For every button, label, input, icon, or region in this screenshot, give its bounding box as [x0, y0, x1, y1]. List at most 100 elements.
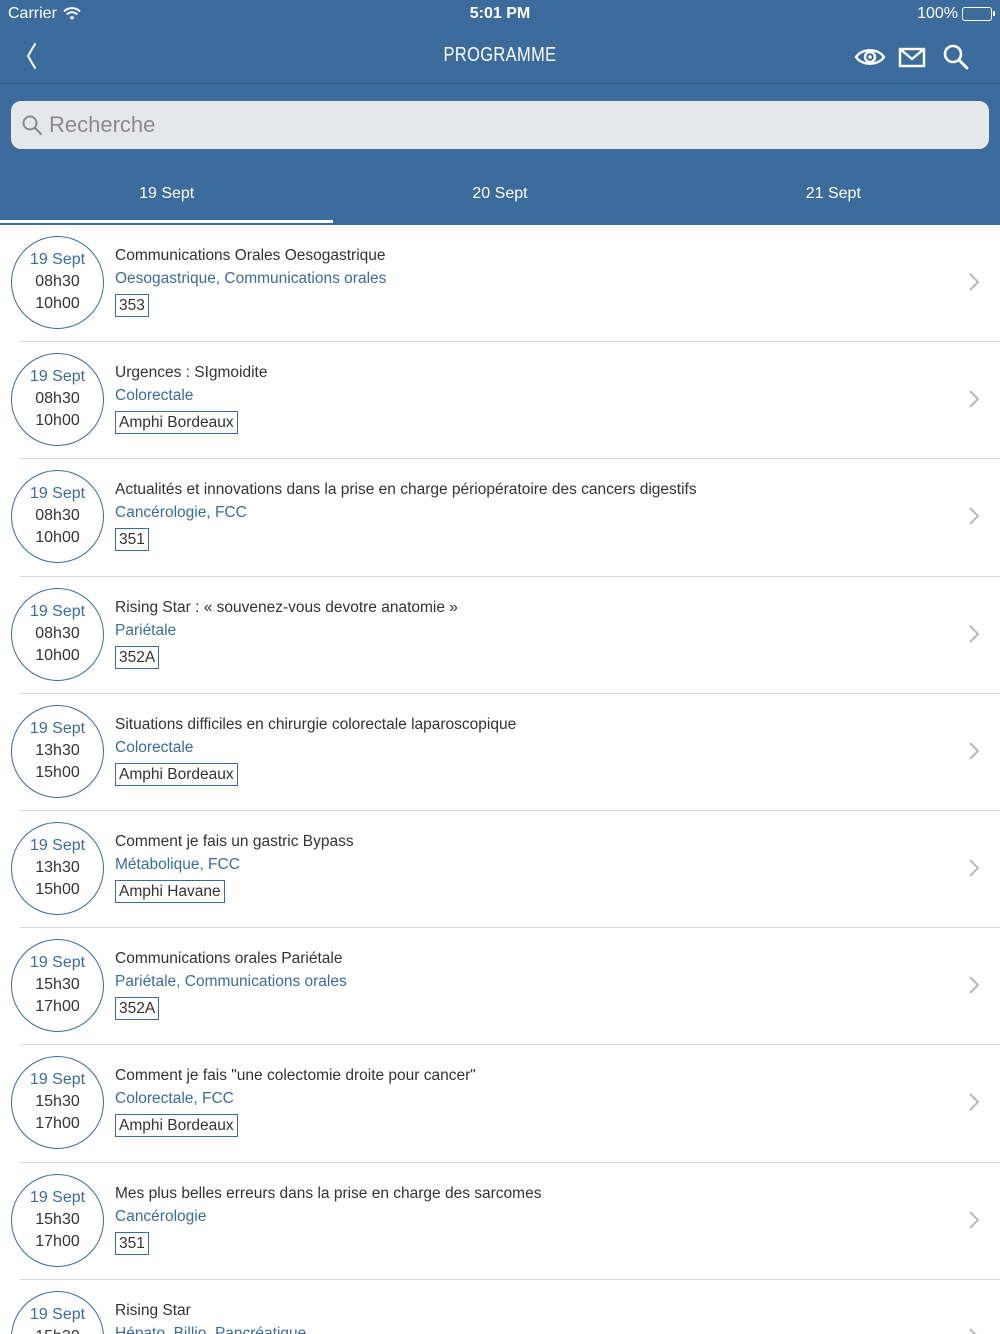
- session-row[interactable]: 19 Sept 08h30 10h00 Rising Star : « souv…: [0, 577, 1000, 694]
- session-row[interactable]: 19 Sept 15h30 17h00 Comment je fais "une…: [0, 1045, 1000, 1163]
- chevron-right-icon: [969, 976, 980, 994]
- chevron-right-icon: [969, 624, 980, 643]
- chevron-right-icon: [969, 859, 980, 877]
- chevron-right-icon: [969, 1210, 980, 1229]
- session-start-time: 13h30: [35, 741, 80, 759]
- mail-icon[interactable]: [898, 42, 928, 72]
- session-category: Cancérologie: [115, 1207, 207, 1225]
- search-field-icon: [22, 115, 43, 136]
- session-row[interactable]: 19 Sept 08h30 10h00 Communications Orale…: [0, 225, 1000, 343]
- session-row[interactable]: 19 Sept 13h30 15h00 Comment je fais un g…: [0, 811, 1000, 929]
- session-date: 19 Sept: [29, 954, 86, 972]
- session-end-time: 17h00: [35, 998, 80, 1016]
- session-room: Amphi Havane: [115, 879, 225, 903]
- session-room: Amphi Bordeaux: [115, 1114, 238, 1138]
- session-room: Amphi Bordeaux: [115, 411, 238, 435]
- session-date-badge: 19 Sept 08h30 10h00: [11, 587, 104, 681]
- session-end-time: 10h00: [35, 412, 80, 430]
- session-title: Comment je fais un gastric Bypass: [115, 832, 354, 850]
- chevron-right-icon: [969, 742, 980, 760]
- session-room: 351: [115, 528, 149, 552]
- session-start-time: 13h30: [35, 858, 80, 876]
- session-start-time: 15h30: [35, 1093, 80, 1111]
- session-row[interactable]: 19 Sept 15h30 17h00 Communications orale…: [0, 928, 1000, 1046]
- search-bar[interactable]: [11, 101, 989, 149]
- session-start-time: 15h30: [12, 1328, 103, 1334]
- session-date: 19 Sept: [29, 1305, 86, 1323]
- tab-21-sept[interactable]: 21 Sept: [667, 170, 1000, 225]
- session-title: Urgences : SIgmoidite: [115, 364, 268, 382]
- session-date-badge: 19 Sept 08h30 10h00: [11, 353, 104, 447]
- chevron-right-icon: [969, 507, 980, 526]
- session-date: 19 Sept: [29, 1071, 86, 1089]
- session-title: Communications Orales Oesogastrique: [115, 247, 386, 264]
- session-room: 352A: [115, 645, 160, 669]
- battery-indicator: 100%: [917, 5, 995, 23]
- session-row[interactable]: 19 Sept 08h30 10h00 Urgences : SIgmoidit…: [0, 342, 1000, 460]
- session-date-badge: 19 Sept 15h30 17h00: [11, 939, 104, 1033]
- session-category: Cancérologie, FCC: [115, 504, 247, 522]
- session-date: 19 Sept: [29, 485, 86, 503]
- session-end-time: 15h00: [35, 763, 80, 781]
- tab-19-sept[interactable]: 19 Sept: [0, 170, 334, 225]
- session-category: Colorectale, FCC: [115, 1090, 234, 1108]
- session-room: 353: [115, 294, 149, 317]
- eye-icon[interactable]: [854, 42, 886, 72]
- session-title: Communications orales Pariétale: [115, 950, 343, 968]
- session-category: Hépato, Billio, Pancréatique: [115, 1324, 307, 1334]
- session-date: 19 Sept: [29, 368, 86, 386]
- session-room: Amphi Bordeaux: [115, 762, 238, 786]
- session-date: 19 Sept: [29, 602, 86, 620]
- session-date-badge: 19 Sept 15h30 17h00: [11, 1290, 104, 1334]
- chevron-right-icon: [969, 390, 980, 408]
- session-category: Pariétale: [115, 621, 177, 639]
- navigation-bar: PROGRAMME: [0, 30, 1000, 84]
- battery-percent: 100%: [917, 5, 958, 22]
- session-title: Mes plus belles erreurs dans la prise en…: [115, 1184, 542, 1202]
- session-row[interactable]: 19 Sept 08h30 10h00 Actualités et innova…: [0, 459, 1000, 577]
- tab-20-sept[interactable]: 20 Sept: [333, 170, 666, 225]
- session-title: Actualités et innovations dans la prise …: [115, 481, 697, 499]
- session-category: Colorectale: [115, 387, 194, 405]
- page-title: PROGRAMME: [443, 44, 557, 66]
- date-tabs: 19 Sept 20 Sept 21 Sept: [0, 170, 1000, 225]
- session-start-time: 15h30: [35, 1210, 80, 1228]
- session-row[interactable]: 19 Sept 15h30 17h00 Rising Star Hépato, …: [0, 1280, 1000, 1334]
- session-start-time: 08h30: [35, 390, 80, 408]
- session-category: Oesogastrique, Communications orales: [115, 270, 387, 287]
- session-date: 19 Sept: [29, 1188, 86, 1206]
- session-end-time: 17h00: [35, 1232, 80, 1250]
- session-category: Colorectale: [115, 738, 194, 756]
- session-start-time: 08h30: [35, 507, 80, 525]
- session-end-time: 10h00: [35, 646, 80, 664]
- session-date: 19 Sept: [29, 719, 86, 737]
- session-start-time: 15h30: [35, 976, 80, 994]
- session-title: Situations difficiles en chirurgie color…: [115, 715, 517, 733]
- session-category: Métabolique, FCC: [115, 855, 240, 873]
- back-chevron-icon[interactable]: [18, 38, 48, 74]
- session-end-time: 15h00: [35, 880, 80, 898]
- app-header: Carrier 5:01 PM 100% PROGRAMME Recherche…: [0, 0, 1000, 225]
- search-icon[interactable]: [942, 42, 972, 72]
- session-date-badge: 19 Sept 13h30 15h00: [11, 704, 104, 798]
- session-list: 19 Sept 08h30 10h00 Communications Orale…: [0, 225, 1000, 1334]
- session-row[interactable]: 19 Sept 15h30 17h00 Mes plus belles erre…: [0, 1163, 1000, 1280]
- session-end-time: 10h00: [35, 295, 80, 312]
- session-room: 351: [115, 1231, 149, 1255]
- session-title: Rising Star : « souvenez-vous devotre an…: [115, 598, 458, 616]
- clock: 5:01 PM: [469, 5, 531, 22]
- session-start-time: 08h30: [35, 624, 80, 642]
- session-start-time: 08h30: [35, 273, 80, 290]
- session-title: Rising Star: [115, 1301, 191, 1319]
- session-date: 19 Sept: [29, 251, 86, 268]
- session-room: 352A: [115, 997, 160, 1021]
- session-category: Pariétale, Communications orales: [115, 973, 347, 991]
- chevron-right-icon: [969, 273, 980, 291]
- chevron-right-icon: [969, 1327, 977, 1334]
- session-row[interactable]: 19 Sept 13h30 15h00 Situations difficile…: [0, 694, 1000, 811]
- session-date: 19 Sept: [29, 836, 86, 854]
- session-date-badge: 19 Sept 08h30 10h00: [11, 236, 104, 329]
- battery-icon: [962, 7, 995, 21]
- chevron-right-icon: [969, 1093, 980, 1112]
- search-input[interactable]: [49, 101, 969, 149]
